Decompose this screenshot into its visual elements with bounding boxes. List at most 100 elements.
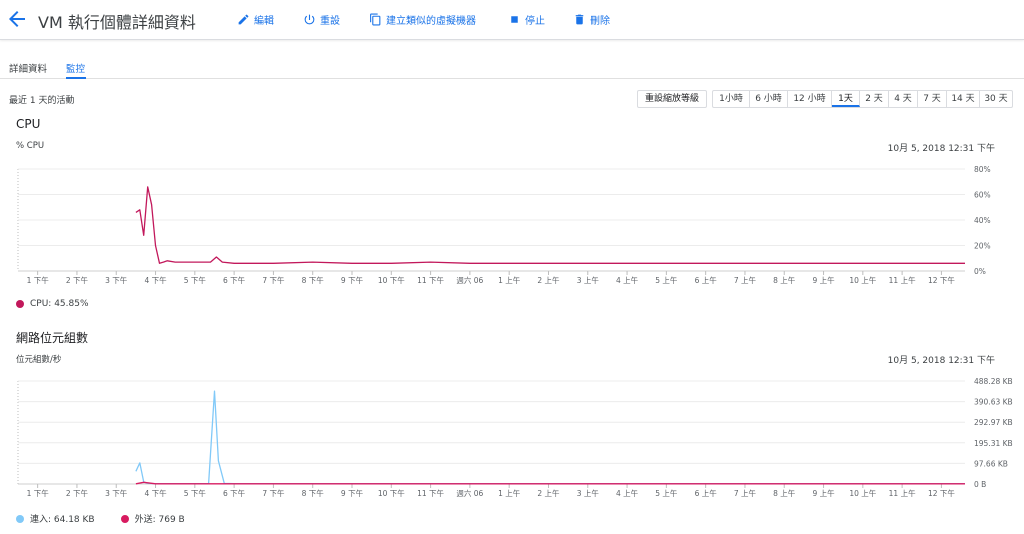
series-line-1 [135,390,965,485]
x-tick-label: 1 上午 [498,275,521,285]
x-tick-label: 7 下午 [262,275,285,285]
range-7-days[interactable]: 7 天 [918,91,947,107]
x-tick-label: 4 下午 [144,488,167,498]
x-tick-label: 1 上午 [498,488,521,498]
reset-label: 重設 [320,15,340,27]
x-tick-label: 6 上午 [695,275,718,285]
received-legend-text[interactable]: 連入: 64.18 KB [30,512,95,525]
network-timestamp: 10月 5, 2018 12:31 下午 [887,356,995,366]
pencil-icon [238,14,249,24]
stop-icon [511,15,518,23]
y-tick-label: 390.63 KB [974,398,1013,407]
series-line-1 [135,186,965,264]
cpu-timestamp: 10月 5, 2018 12:31 下午 [887,144,995,154]
x-tick-label: 2 下午 [66,275,89,285]
x-tick-label: 3 上午 [577,275,600,285]
create-similar-label: 建立類似的虛擬機器 [386,15,476,27]
x-tick-label: 10 下午 [378,488,405,498]
power-icon [304,14,315,24]
x-tick-label: 11 下午 [417,488,444,498]
cpu-unit-label: % CPU [16,141,45,151]
x-tick-label: 6 下午 [223,275,246,285]
x-tick-label: 4 上午 [616,275,639,285]
x-tick-label: 10 上午 [849,275,876,285]
y-tick-label: 0 B [974,480,986,489]
tab-details[interactable]: 詳細資料 [9,61,47,75]
network-unit-label: 位元組數/秒 [16,355,62,365]
y-tick-label: 97.66 KB [974,459,1008,468]
x-tick-label: 4 下午 [144,275,167,285]
reset-zoom-button[interactable]: 重設縮放等級 [637,90,707,108]
y-tick-label: 60% [974,191,991,200]
x-tick-label: 4 上午 [616,488,639,498]
activity-range-text: 最近 1 天的活動 [9,96,75,106]
x-tick-label: 8 下午 [302,275,325,285]
y-tick-label: 20% [974,242,991,251]
received-legend-dot [16,514,24,523]
sent-legend-dot [120,514,129,523]
range-14-days[interactable]: 14 天 [947,91,980,107]
x-tick-label: 7 上午 [734,275,757,285]
delete-button[interactable]: 刪除 [573,11,610,27]
y-tick-label: 292.97 KB [974,418,1013,427]
cpu-legend-dot [16,300,24,308]
network-chart-title: 網路位元組數 [16,331,89,345]
range-1-hour[interactable]: 1小時 [713,91,750,107]
x-tick-label: 3 下午 [105,488,128,498]
sent-legend-text[interactable]: 外送: 769 B [135,512,185,525]
page-title: VM 執行個體詳細資料 [38,13,196,32]
range-30-days[interactable]: 30 天 [980,91,1012,107]
x-tick-label: 12 下午 [928,275,955,285]
reset-button[interactable]: 重設 [303,11,340,27]
range-12-hours[interactable]: 12 小時 [788,91,832,107]
range-2-days[interactable]: 2 天 [860,91,889,107]
x-tick-label: 2 上午 [537,275,560,285]
y-tick-label: 195.31 KB [974,439,1013,448]
cpu-chart-title: CPU [16,117,41,131]
back-arrow-icon[interactable] [5,7,29,31]
range-6-hours[interactable]: 6 小時 [750,91,788,107]
y-tick-label: 80% [974,165,991,174]
trash-icon [575,14,584,24]
x-tick-label: 5 上午 [655,488,678,498]
stop-label: 停止 [525,15,545,27]
cpu-legend-text: CPU: 45.85% [30,299,89,309]
tab-monitoring[interactable]: 監控 [66,61,85,75]
y-tick-label: 0% [974,267,986,276]
create-similar-button[interactable]: 建立類似的虛擬機器 [369,11,476,27]
x-tick-label: 11 下午 [417,275,444,285]
edit-button[interactable]: 編輯 [237,11,274,27]
x-tick-label: 1 下午 [27,275,50,285]
x-tick-label: 5 下午 [184,488,207,498]
x-tick-label: 9 上午 [812,275,835,285]
x-tick-label: 12 下午 [928,488,955,498]
range-4-days[interactable]: 4 天 [889,91,918,107]
edit-label: 編輯 [254,15,274,27]
network-legend: 連入: 64.18 KB 外送: 769 B [16,512,185,525]
y-tick-label: 488.28 KB [974,377,1013,386]
x-tick-label: 週六 06 [456,275,483,285]
x-tick-label: 2 上午 [537,488,560,498]
range-1-day[interactable]: 1天 [832,91,860,107]
x-tick-label: 2 下午 [66,488,89,498]
x-tick-label: 8 上午 [773,275,796,285]
x-tick-label: 11 上午 [889,488,916,498]
x-tick-label: 9 下午 [341,488,364,498]
cpu-chart[interactable]: 80% 60% 40% 20% 0% 1 下午 2 下午 3 下午 4 下午 5 下午 6 下午 7 … [0,160,1024,295]
active-tab-indicator [66,77,86,79]
network-chart[interactable]: 488.28 KB 390.63 KB 292.97 KB 195.31 KB 97.6… [0,372,1024,504]
x-tick-label: 8 上午 [773,488,796,498]
time-range-selector: 1小時 6 小時 12 小時 1天 2 天 4 天 7 天 14 天 30 天 [712,90,1013,108]
x-tick-label: 8 下午 [302,488,325,498]
x-tick-label: 5 上午 [655,275,678,285]
x-tick-label: 3 上午 [577,488,600,498]
cpu-legend[interactable]: CPU: 45.85% [16,299,89,309]
top-app-bar: VM 執行個體詳細資料 編輯 重設 建立類似的虛擬機器 停止 刪除 [0,0,1024,40]
x-tick-label: 7 上午 [734,488,757,498]
x-tick-label: 1 下午 [27,488,50,498]
y-tick-label: 40% [974,216,991,225]
tab-bar: 詳細資料 監控 [0,57,1024,79]
x-tick-label: 11 上午 [889,275,916,285]
x-tick-label: 6 上午 [695,488,718,498]
stop-button[interactable]: 停止 [508,11,545,27]
